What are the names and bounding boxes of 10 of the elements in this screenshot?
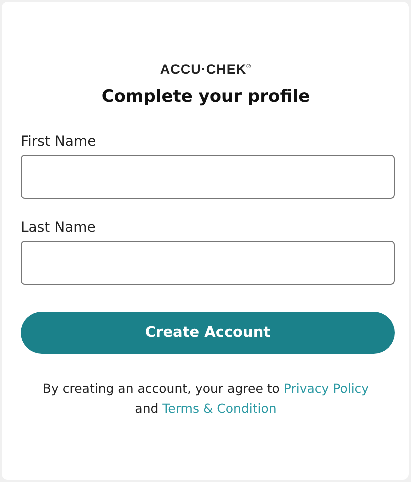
privacy-policy-link[interactable]: Privacy Policy: [284, 381, 370, 396]
input-field[interactable]: [21, 241, 395, 285]
create-account-button[interactable]: Create Account: [21, 312, 395, 354]
field-label: Last Name: [21, 220, 96, 236]
brand-logo: ACCU·CHEK$^{®}$: [160, 62, 252, 77]
terms-link[interactable]: Terms & Condition: [162, 401, 277, 416]
page-title: Complete your profile: [102, 87, 310, 107]
field-label: First Name: [21, 134, 96, 150]
agreement-text: By creating an account, your agree to Privacy Policy and Terms & Condition: [42, 380, 370, 418]
input-field[interactable]: [21, 155, 395, 199]
